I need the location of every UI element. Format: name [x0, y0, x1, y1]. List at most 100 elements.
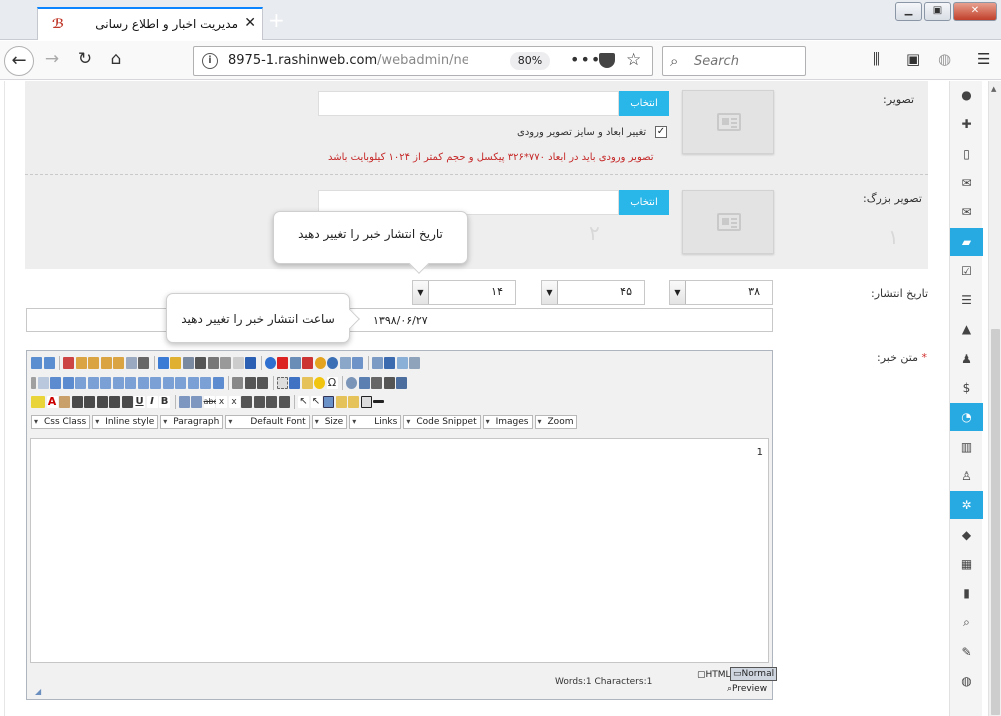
find-icon[interactable] — [182, 356, 194, 369]
lowercase-icon[interactable] — [191, 395, 202, 408]
menu-icon[interactable]: ☰ — [977, 50, 990, 68]
align-right-icon[interactable] — [96, 395, 108, 408]
sidebar-item-file[interactable]: ▮ — [950, 579, 983, 607]
reload-icon[interactable]: ↻ — [74, 49, 96, 69]
pocket-icon[interactable] — [599, 53, 615, 68]
highlight-color-icon[interactable] — [31, 395, 45, 408]
save-icon[interactable] — [245, 356, 256, 369]
font-dropdown[interactable]: Default Font — [225, 414, 310, 429]
site-info-icon[interactable]: i — [202, 53, 218, 69]
uppercase-icon[interactable] — [178, 395, 190, 408]
youtube-icon[interactable] — [277, 356, 288, 369]
flash-icon[interactable] — [327, 356, 338, 369]
sidebar-item-list[interactable]: ☰ — [950, 286, 983, 314]
publish-time-input[interactable]: ۱۳۹۸/۰۶/۲۷ — [26, 308, 773, 332]
merge-down-icon[interactable] — [175, 376, 186, 389]
italic-icon[interactable]: I — [146, 395, 158, 408]
paste-html-icon[interactable] — [113, 356, 124, 369]
search-input[interactable]: ⌕ Search — [662, 46, 806, 76]
sidebar-item-add-user[interactable]: ✚ — [950, 110, 983, 138]
editor-text[interactable]: 1 — [757, 447, 763, 458]
minimize-button[interactable]: ▁ — [895, 2, 922, 21]
link-icon[interactable] — [409, 356, 420, 369]
eraser-icon[interactable] — [59, 395, 70, 408]
scroll-up-icon[interactable]: ▲ — [991, 85, 996, 93]
edit-image-icon[interactable] — [339, 356, 351, 369]
page-actions-icon[interactable]: ••• — [570, 50, 601, 69]
paragraph-dropdown[interactable]: Paragraph — [160, 414, 224, 429]
pointer-plus-icon[interactable]: ↖ — [310, 395, 322, 408]
source-icon[interactable] — [396, 376, 407, 389]
sidebar-item-mobile[interactable]: ▯ — [950, 140, 983, 168]
zoom-dropdown[interactable]: Zoom — [534, 414, 578, 429]
redo-icon[interactable] — [31, 356, 42, 369]
delete-column-icon[interactable] — [125, 376, 136, 389]
superscript-icon[interactable]: x — [228, 395, 240, 408]
find-replace-icon[interactable] — [195, 356, 206, 369]
url-text[interactable]: 8975-1.rashinweb.com/webadmin/news — [228, 53, 468, 68]
sidebar-icon[interactable]: ▣ — [906, 50, 920, 68]
justify-full-icon[interactable] — [84, 395, 95, 408]
sidebar-item-bar-chart[interactable]: ▥ — [950, 433, 983, 461]
table-icon[interactable] — [50, 376, 61, 389]
print-icon[interactable] — [220, 356, 231, 369]
sidebar-item-globe[interactable]: ◍ — [950, 667, 983, 695]
underline-icon[interactable]: U — [134, 395, 145, 408]
pointer-icon[interactable]: ↖ — [298, 395, 309, 408]
image-choose-button[interactable]: انتخاب — [619, 91, 669, 116]
sidebar-item-wrench[interactable]: ✎ — [950, 638, 983, 666]
html-mode-tab[interactable]: ▢HTML — [697, 670, 731, 680]
unlink-icon[interactable] — [396, 356, 408, 369]
normal-mode-tab[interactable]: ▭Normal — [730, 667, 778, 681]
merge-right-icon[interactable] — [162, 376, 174, 389]
copy-icon[interactable] — [125, 356, 137, 369]
sidebar-item-folder-open[interactable]: ▰ — [950, 227, 983, 256]
anchor-alt-icon[interactable] — [384, 356, 395, 369]
strikethrough-icon[interactable]: abc — [203, 395, 218, 408]
library-icon[interactable]: ⫼ — [873, 50, 880, 68]
preview-mode-tab[interactable]: ⌕Preview — [727, 684, 767, 694]
new-tab-button[interactable]: + — [268, 10, 285, 30]
sidebar-item-zoom[interactable]: ⌕ — [950, 608, 983, 636]
chevron-down-icon[interactable]: ▼ — [413, 281, 429, 304]
media-icon[interactable] — [314, 356, 326, 369]
css-class-dropdown[interactable]: Css Class — [31, 414, 91, 429]
sidebar-item-gear[interactable]: ✲ — [950, 491, 983, 520]
help-icon[interactable] — [264, 356, 276, 369]
ltr-icon[interactable] — [244, 376, 256, 389]
emoticon-icon[interactable] — [314, 376, 325, 389]
tab-close-icon[interactable]: ✕ — [244, 15, 256, 31]
bookmark-star-icon[interactable]: ☆ — [626, 50, 641, 70]
resize-grip-icon[interactable]: ◢ — [35, 687, 41, 696]
new-document-icon[interactable] — [232, 356, 244, 369]
strikethrough-style-icon[interactable] — [71, 395, 83, 408]
undo-icon[interactable] — [43, 356, 55, 369]
paste-text-icon[interactable] — [88, 356, 99, 369]
zoom-level-badge[interactable]: 80% — [510, 52, 550, 70]
chevron-down-icon[interactable]: ▼ — [542, 281, 558, 304]
spellcheck-icon[interactable] — [157, 356, 169, 369]
table-props-icon[interactable] — [62, 376, 74, 389]
split-horizontal-icon[interactable] — [187, 376, 199, 389]
forward-icon[interactable]: → — [41, 49, 63, 69]
split-cell-icon[interactable] — [150, 376, 161, 389]
image-map-icon[interactable] — [289, 376, 300, 389]
template-icon[interactable] — [301, 376, 313, 389]
paste-icon[interactable] — [75, 356, 87, 369]
publish-day-select[interactable]: ▼ ۳۸ — [669, 280, 773, 305]
publish-year-select[interactable]: ▼ ۱۴ — [412, 280, 516, 305]
grid-icon[interactable] — [323, 395, 334, 408]
code-snippet-dropdown[interactable]: Code Snippet — [403, 414, 481, 429]
table-border-icon[interactable] — [212, 376, 224, 389]
sidebar-item-comments[interactable]: ✉ — [950, 169, 983, 197]
sidebar-item-check-square[interactable]: ☑ — [950, 257, 983, 285]
close-window-button[interactable]: ✕ — [953, 2, 997, 21]
back-icon[interactable]: ← — [4, 46, 34, 76]
outdent-icon[interactable] — [253, 395, 265, 408]
resize-checkbox[interactable]: ✓ — [655, 126, 667, 138]
layer-icon[interactable] — [276, 376, 288, 389]
maximize-button[interactable]: ▣ — [924, 2, 951, 21]
rtl-icon[interactable] — [257, 376, 268, 389]
sidebar-item-road[interactable]: ▲ — [950, 315, 983, 343]
address-bar[interactable]: i 8975-1.rashinweb.com/webadmin/news 80%… — [193, 46, 653, 76]
